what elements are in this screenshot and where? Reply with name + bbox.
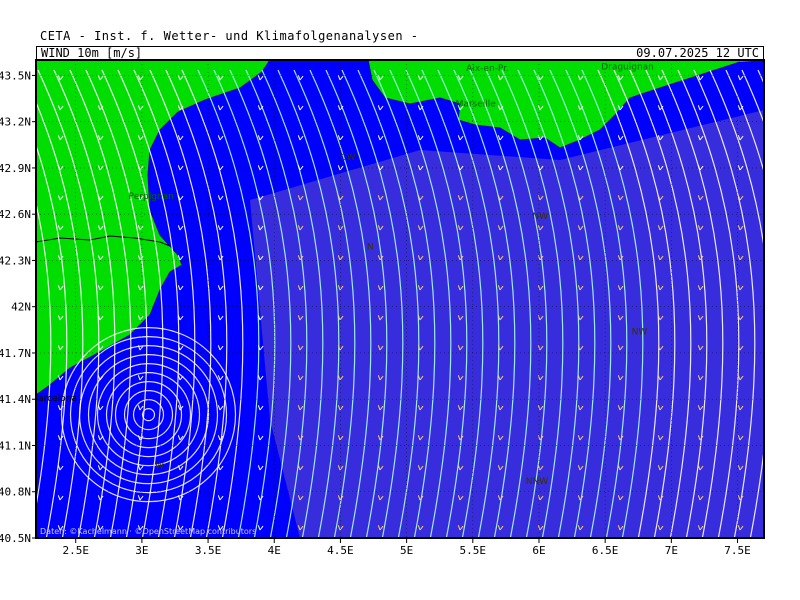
city-label: Barcelona (32, 394, 77, 404)
lon-tick-label: 2.5E (62, 544, 89, 557)
lat-tick-label: 42N (11, 301, 31, 314)
streamline (774, 70, 800, 540)
lon-tick-label: 3E (135, 544, 148, 557)
lat-tick-label: 42.3N (0, 254, 31, 267)
lon-tick-label: 5E (400, 544, 413, 557)
streamline (0, 70, 3, 540)
latitude-axis: 43.5N 43.2N 42.9N 42.6N 42.3N 42N 41.7N 41.4N 41… (0, 69, 36, 545)
map-credit: Daten: ©Kachelmann · ©OpenStreetMap cont… (40, 527, 256, 536)
city-label: Perpignan (129, 192, 174, 202)
wind-direction-label: W (155, 462, 164, 472)
lat-tick-label: 42.6N (0, 208, 31, 221)
lon-tick-label: 7E (665, 544, 678, 557)
lat-tick-label: 41.1N (0, 439, 31, 452)
longitude-axis: 2.5E 3E 3.5E 4E 4.5E 5E 5.5E 6E 6.5E 7E 7.5E (62, 538, 751, 557)
lat-tick-label: 43.5N (0, 69, 31, 82)
city-label: Draguignan (601, 62, 654, 72)
city-label: Aix-en-Pr. (466, 64, 509, 74)
wind-streamline-map: Perpignan Barcelona Marseille Aix-en-Pr. Dra… (0, 59, 800, 557)
lon-tick-label: 6E (532, 544, 545, 557)
wind-direction-label: NW (632, 327, 648, 337)
lat-tick-label: 42.9N (0, 162, 31, 175)
wind-direction-label: N (367, 243, 374, 253)
city-label: Marseille (456, 99, 497, 109)
lon-tick-label: 3.5E (195, 544, 222, 557)
lon-tick-label: 5.5E (460, 544, 487, 557)
lat-tick-label: 41.4N (0, 393, 31, 406)
lon-tick-label: 4E (268, 544, 281, 557)
wind-direction-label: CW (340, 153, 355, 163)
lat-tick-label: 40.8N (0, 486, 31, 499)
lon-tick-label: 6.5E (592, 544, 619, 557)
lon-tick-label: 7.5E (724, 544, 751, 557)
lat-tick-label: 40.5N (0, 532, 31, 545)
lat-tick-label: 41.7N (0, 347, 31, 360)
wind-direction-label: NNW (526, 477, 548, 487)
wind-direction-label: NW (532, 212, 548, 222)
lat-tick-label: 43.2N (0, 116, 31, 129)
lon-tick-label: 4.5E (327, 544, 354, 557)
